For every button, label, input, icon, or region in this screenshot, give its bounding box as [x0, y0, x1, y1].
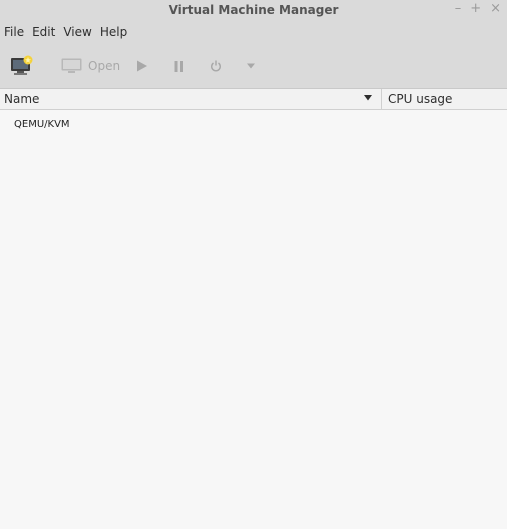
window-title: Virtual Machine Manager	[168, 3, 339, 17]
column-name-header[interactable]: Name	[4, 92, 39, 106]
menu-bar: File Edit View Help	[0, 20, 507, 44]
open-console-button[interactable]: Open	[61, 44, 120, 88]
new-vm-button[interactable]	[10, 44, 34, 88]
maximize-button[interactable]: +	[470, 2, 481, 16]
menu-help[interactable]: Help	[96, 25, 131, 39]
connection-label: QEMU/KVM	[14, 119, 70, 130]
menu-edit[interactable]: Edit	[28, 25, 59, 39]
column-divider[interactable]	[381, 89, 382, 109]
menu-view[interactable]: View	[59, 25, 95, 39]
menu-file[interactable]: File	[0, 25, 28, 39]
column-cpu-usage-header[interactable]: CPU usage	[388, 92, 452, 106]
window-controls: – + ×	[455, 2, 501, 16]
shutdown-menu-button[interactable]	[246, 44, 256, 88]
console-monitor-icon	[61, 58, 82, 73]
pause-button[interactable]	[174, 44, 184, 88]
vm-list[interactable]: QEMU/KVM	[0, 110, 507, 529]
title-bar: Virtual Machine Manager – + ×	[0, 0, 507, 20]
play-icon	[137, 60, 147, 72]
minimize-button[interactable]: –	[455, 2, 462, 16]
power-icon	[211, 60, 221, 72]
new-vm-icon	[11, 55, 33, 75]
dropdown-arrow-icon	[247, 63, 255, 69]
sort-arrow-icon[interactable]	[363, 93, 373, 103]
toolbar: Open	[0, 44, 507, 89]
close-button[interactable]: ×	[490, 2, 501, 16]
open-label: Open	[88, 59, 121, 73]
column-header: Name CPU usage	[0, 89, 507, 110]
pause-icon	[174, 60, 183, 72]
run-button[interactable]	[136, 44, 148, 88]
shutdown-button[interactable]	[210, 44, 222, 88]
